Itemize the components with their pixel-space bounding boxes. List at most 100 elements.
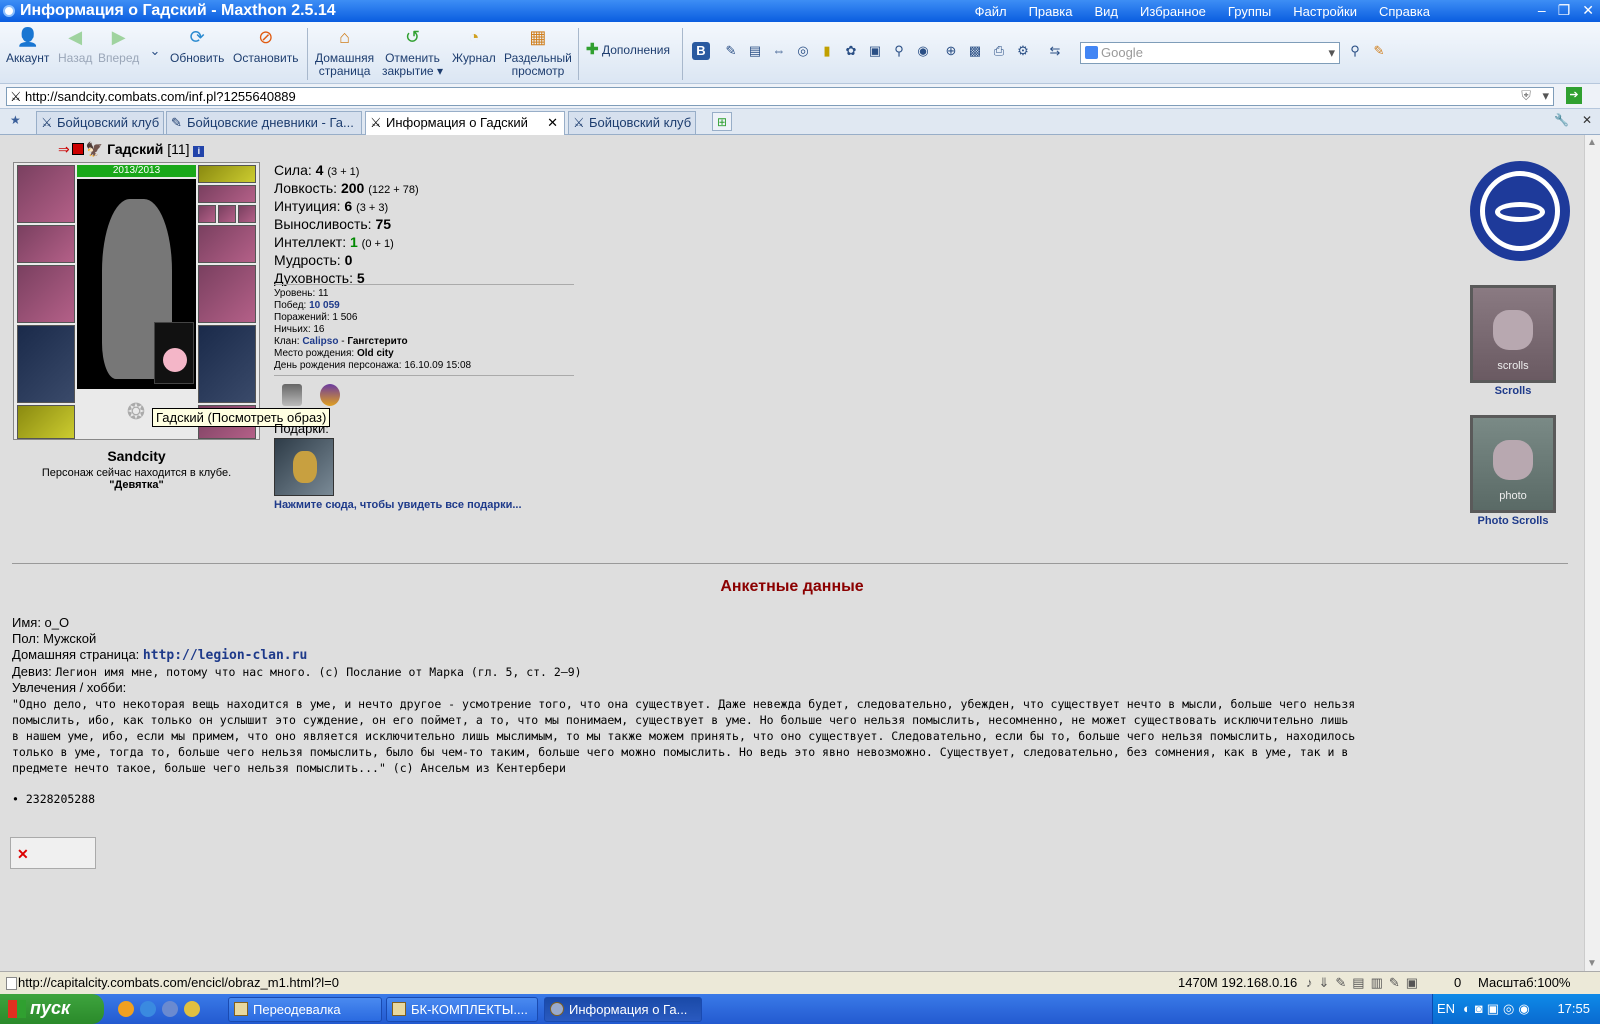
gloves-slot[interactable] xyxy=(198,225,256,263)
task-browser[interactable]: Информация о Га... xyxy=(544,997,702,1022)
info-icon[interactable]: i xyxy=(193,146,205,157)
zoom-level[interactable]: Масштаб:100% xyxy=(1478,975,1570,990)
scrolls-banner[interactable]: scrolls xyxy=(1470,285,1556,383)
task-document[interactable]: БК-КОМПЛЕКТЫ.... xyxy=(386,997,538,1022)
pet-image[interactable] xyxy=(154,322,194,384)
amulet-slot[interactable] xyxy=(198,185,256,203)
quicklaunch-icon[interactable] xyxy=(140,1001,156,1017)
undo-close-button[interactable]: ↺ Отменить закрытие ▾ xyxy=(382,26,443,78)
start-button[interactable]: пуск xyxy=(0,994,104,1024)
vertical-scrollbar[interactable]: ▲ ▼ xyxy=(1584,135,1600,971)
shield-icon[interactable]: ⛨ xyxy=(1521,88,1531,104)
sync-icon[interactable]: ⇆ xyxy=(1046,42,1064,60)
tab-fight-club-1[interactable]: ⚔ Бойцовский клуб xyxy=(36,111,164,134)
bookmark-b-icon[interactable]: B xyxy=(692,42,710,60)
menu-view[interactable]: Вид xyxy=(1095,4,1119,19)
home-button[interactable]: ⌂ Домашняя страница xyxy=(315,26,374,78)
bracers-slot[interactable] xyxy=(17,225,75,263)
split-view-button[interactable]: ▦ Раздельный просмотр xyxy=(504,26,572,78)
minimize-icon[interactable]: – xyxy=(1538,2,1546,19)
photo-scrolls-link[interactable]: Photo Scrolls xyxy=(1460,515,1566,527)
task-folder[interactable]: Переодевалка xyxy=(228,997,382,1022)
addons-button[interactable]: ✚ Дополнения xyxy=(586,42,670,57)
menu-edit[interactable]: Правка xyxy=(1029,4,1073,19)
menu-help[interactable]: Справка xyxy=(1379,4,1430,19)
restore-icon[interactable]: ❐ xyxy=(1558,2,1571,19)
qr-icon[interactable]: ▩ xyxy=(966,42,984,60)
armor-slot[interactable] xyxy=(17,325,75,403)
wins-link[interactable]: 10 059 xyxy=(309,300,340,311)
ring-slot-1[interactable] xyxy=(198,205,216,223)
url-input[interactable]: ⚔ http://sandcity.combats.com/inf.pl?125… xyxy=(6,87,1554,106)
chevron-down-icon[interactable]: ▾ xyxy=(1328,45,1335,61)
gear-icon[interactable]: ⚙ xyxy=(1014,42,1032,60)
highlighter-icon[interactable]: ▮ xyxy=(818,42,836,60)
tray-icons[interactable]: ◐◙▣◎◉ xyxy=(1463,1001,1534,1017)
quicklaunch-icon[interactable] xyxy=(184,1001,200,1017)
link-icon[interactable]: ⚲ xyxy=(890,42,908,60)
helmet-slot[interactable] xyxy=(17,165,75,223)
grid-icon[interactable]: ▤ xyxy=(746,42,764,60)
paint-icon[interactable]: ✿ xyxy=(842,42,860,60)
chevron-down-icon[interactable]: ▾ xyxy=(1542,88,1549,104)
quicklaunch-icon[interactable] xyxy=(118,1001,134,1017)
search-input[interactable]: Google ▾ xyxy=(1080,42,1340,64)
photo-scrolls-banner[interactable]: photo xyxy=(1470,415,1556,513)
homepage-link[interactable]: http://legion-clan.ru xyxy=(143,648,307,663)
translate-icon[interactable]: ◉ xyxy=(914,42,932,60)
menu-favorites[interactable]: Избранное xyxy=(1140,4,1206,19)
menu-groups[interactable]: Группы xyxy=(1228,4,1271,19)
stop-button[interactable]: ⊘ Остановить xyxy=(233,26,299,65)
language-indicator[interactable]: EN xyxy=(1437,1001,1455,1016)
profile-heading: Анкетные данные xyxy=(720,578,864,595)
earrings-slot[interactable] xyxy=(198,165,256,183)
history-dropdown-icon[interactable]: ⌄ xyxy=(146,42,164,60)
wrench-icon[interactable]: 🔧 xyxy=(1554,113,1569,127)
tab-fight-club-2[interactable]: ⚔ Бойцовский клуб xyxy=(568,111,696,134)
compass-icon[interactable]: ◎ xyxy=(794,42,812,60)
zoom-icon[interactable]: ⊕ xyxy=(942,42,960,60)
image-icon[interactable]: ▣ xyxy=(866,42,884,60)
rank-badge-icon[interactable] xyxy=(282,384,302,406)
resize-icon[interactable]: ⇔ xyxy=(770,42,788,60)
back-button[interactable]: ◀ Назад xyxy=(58,26,92,65)
star-icon[interactable]: ★ xyxy=(10,113,21,127)
character-image[interactable] xyxy=(77,179,196,389)
close-icon[interactable]: ✕ xyxy=(1582,113,1592,127)
scroll-up-icon[interactable]: ▲ xyxy=(1587,137,1597,148)
scrolls-link[interactable]: Scrolls xyxy=(1460,385,1566,397)
tab-fight-diaries[interactable]: ✎ Бойцовские дневники - Га... xyxy=(166,111,362,134)
forward-button[interactable]: ▶ Вперед xyxy=(98,26,139,65)
document-icon xyxy=(392,1002,406,1016)
ring-slot-3[interactable] xyxy=(238,205,256,223)
character-name[interactable]: Гадский xyxy=(107,141,163,157)
screenshot-icon[interactable]: ⎙ xyxy=(990,42,1008,60)
legs-slot[interactable] xyxy=(198,325,256,403)
gift-image[interactable] xyxy=(274,438,334,496)
status-icons[interactable]: ♪⇓✎▤▥✎▣ xyxy=(1306,975,1424,991)
clan-link[interactable]: Calipso xyxy=(302,336,338,347)
tab-character-info[interactable]: ⚔ Информация о Гадский ✕ xyxy=(365,111,565,135)
belt-slot[interactable] xyxy=(17,405,75,439)
edit-icon[interactable]: ✎ xyxy=(1370,42,1388,60)
menu-file[interactable]: Файл xyxy=(975,4,1007,19)
offhand-slot[interactable] xyxy=(198,265,256,323)
close-icon[interactable]: ✕ xyxy=(547,115,558,131)
journal-button[interactable]: ◔ Журнал xyxy=(452,26,496,65)
search-icon[interactable]: ⚲ xyxy=(1346,42,1364,60)
scroll-down-icon[interactable]: ▼ xyxy=(1587,958,1597,969)
pen-icon[interactable]: ✎ xyxy=(722,42,740,60)
close-icon[interactable]: ✕ xyxy=(1582,2,1594,19)
quicklaunch-icon[interactable] xyxy=(162,1001,178,1017)
account-button[interactable]: 👤 Аккаунт xyxy=(6,26,49,65)
all-gifts-link[interactable]: Нажмите сюда, чтобы увидеть все подарки.… xyxy=(274,499,522,511)
refresh-button[interactable]: ⟳ Обновить xyxy=(170,26,224,65)
go-icon[interactable]: ➔ xyxy=(1566,87,1582,104)
menu-settings[interactable]: Настройки xyxy=(1293,4,1357,19)
system-tray: EN ◐◙▣◎◉ 17:55 xyxy=(1432,994,1600,1024)
weapon-slot[interactable] xyxy=(17,265,75,323)
calipso-logo[interactable] xyxy=(1470,161,1570,261)
ring-slot-2[interactable] xyxy=(218,205,236,223)
clan-badge-icon[interactable] xyxy=(320,384,340,406)
new-tab-icon[interactable]: ⊞ xyxy=(712,112,732,131)
